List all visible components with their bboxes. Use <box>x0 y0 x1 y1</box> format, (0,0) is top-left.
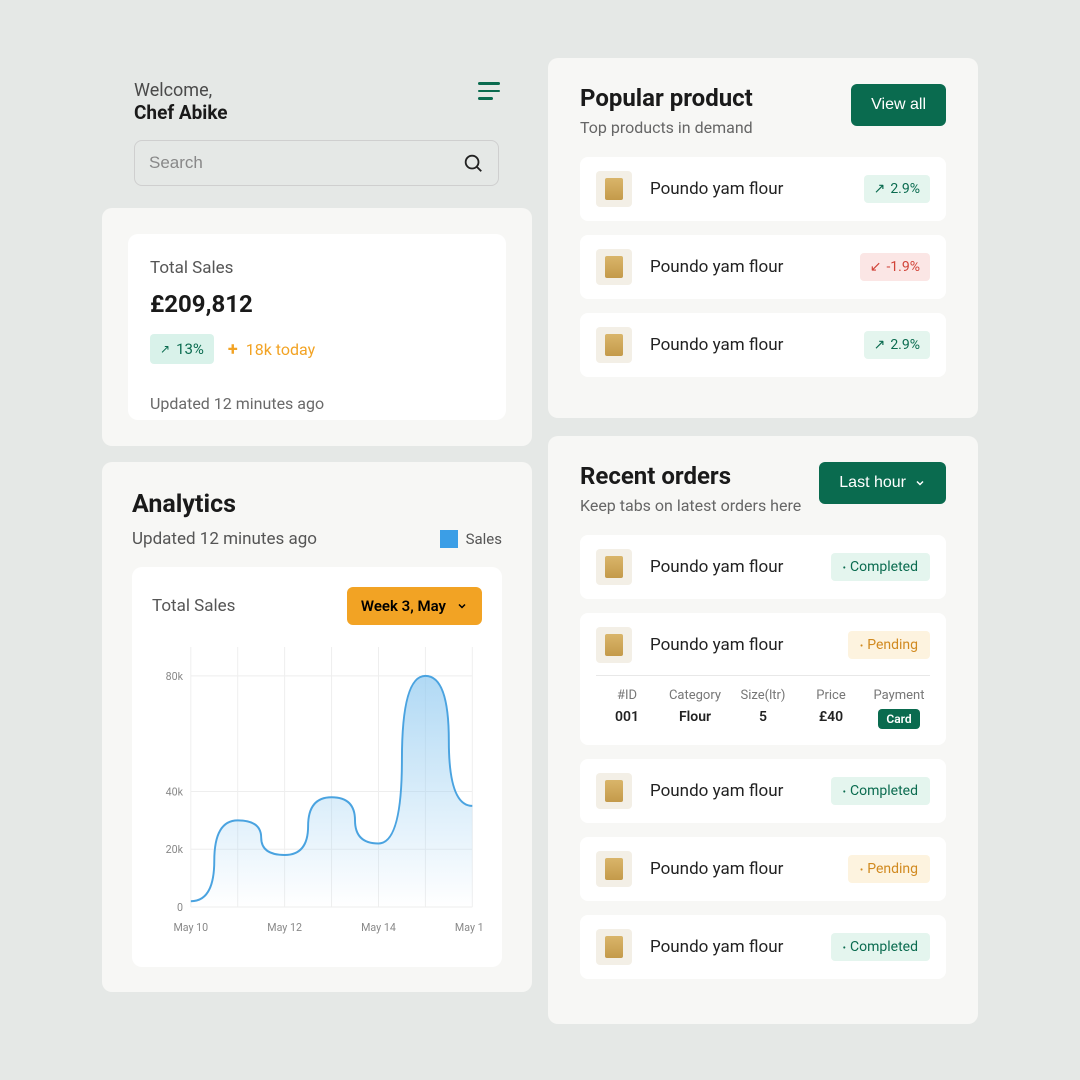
order-name: Poundo yam flour <box>650 781 813 801</box>
chevron-down-icon <box>456 600 468 612</box>
order-thumb <box>596 549 632 585</box>
legend-label: Sales <box>466 530 502 548</box>
product-name: Poundo yam flour <box>650 257 842 277</box>
arrow-up-icon: ↗ <box>874 337 886 353</box>
product-name: Poundo yam flour <box>650 335 846 355</box>
order-name: Poundo yam flour <box>650 859 830 879</box>
orders-filter[interactable]: Last hour <box>819 462 946 504</box>
svg-text:20k: 20k <box>166 843 184 856</box>
today-increase: + 18k today <box>228 339 315 360</box>
svg-text:May 14: May 14 <box>361 921 396 934</box>
detail-header-price: Price <box>800 688 862 703</box>
analytics-updated: Updated 12 minutes ago <box>132 529 317 549</box>
welcome-name: Chef Abike <box>134 101 228 124</box>
change-badge: ↗ 13% <box>150 334 214 364</box>
chart-title: Total Sales <box>152 596 235 616</box>
product-thumb <box>596 327 632 363</box>
welcome-greeting: Welcome, <box>134 80 228 101</box>
order-status: •Completed <box>831 933 930 961</box>
total-sales-card: Total Sales £209,812 ↗ 13% + 18k today U… <box>102 208 532 446</box>
analytics-card: Analytics Updated 12 minutes ago Sales T… <box>102 462 532 992</box>
detail-id: 001 <box>596 709 658 725</box>
order-thumb <box>596 929 632 965</box>
popular-products-panel: Popular product Top products in demand V… <box>548 58 978 418</box>
arrow-up-icon: ↗ <box>160 342 170 356</box>
orders-heading: Recent orders <box>580 462 801 490</box>
detail-price: £40 <box>800 709 862 725</box>
order-row[interactable]: Poundo yam flour •Completed <box>580 915 946 979</box>
svg-text:80k: 80k <box>166 670 184 683</box>
product-row[interactable]: Poundo yam flour ↗ 2.9% <box>580 313 946 377</box>
change-pct: 13% <box>176 340 204 358</box>
week-label: Week 3, May <box>361 597 446 615</box>
chart-container: Total Sales Week 3, May 80k 40k 20k 0 May 1… <box>132 567 502 967</box>
order-status: •Pending <box>848 631 930 659</box>
arrow-down-icon: ↙ <box>870 259 882 275</box>
order-name: Poundo yam flour <box>650 635 830 655</box>
welcome-block: Welcome, Chef Abike <box>134 80 228 124</box>
menu-icon[interactable] <box>478 82 500 105</box>
product-delta: 2.9% <box>890 181 920 197</box>
plus-icon: + <box>228 339 238 360</box>
product-row[interactable]: Poundo yam flour ↙ -1.9% <box>580 235 946 299</box>
legend-swatch-icon <box>440 530 458 548</box>
total-sales-amount: £209,812 <box>150 290 484 318</box>
svg-text:0: 0 <box>177 901 183 914</box>
product-delta: 2.9% <box>890 337 920 353</box>
product-name: Poundo yam flour <box>650 179 846 199</box>
product-thumb <box>596 249 632 285</box>
product-trend-chip: ↙ -1.9% <box>860 253 930 281</box>
order-status: •Pending <box>848 855 930 883</box>
product-delta: -1.9% <box>886 259 920 275</box>
search-input[interactable] <box>149 153 462 173</box>
popular-sub: Top products in demand <box>580 118 753 137</box>
order-status: •Completed <box>831 777 930 805</box>
detail-payment: Card <box>868 709 930 729</box>
orders-sub: Keep tabs on latest orders here <box>580 496 801 515</box>
order-thumb <box>596 851 632 887</box>
detail-size: 5 <box>732 709 794 725</box>
product-thumb <box>596 171 632 207</box>
order-row-expanded[interactable]: Poundo yam flour •Pending #ID 001 Categor… <box>580 613 946 745</box>
detail-header-size: Size(ltr) <box>732 688 794 703</box>
search-field[interactable] <box>134 140 499 186</box>
sales-chart: 80k 40k 20k 0 May 10 May 12 May 14 May 16 <box>152 637 482 937</box>
order-row[interactable]: Poundo yam flour •Completed <box>580 759 946 823</box>
svg-text:May 10: May 10 <box>173 921 208 934</box>
order-name: Poundo yam flour <box>650 557 813 577</box>
detail-header-id: #ID <box>596 688 658 703</box>
product-trend-chip: ↗ 2.9% <box>864 175 930 203</box>
recent-orders-panel: Recent orders Keep tabs on latest orders… <box>548 436 978 1024</box>
order-thumb <box>596 773 632 809</box>
analytics-heading: Analytics <box>132 490 502 519</box>
total-sales-updated: Updated 12 minutes ago <box>150 394 484 413</box>
order-status: •Completed <box>831 553 930 581</box>
arrow-up-icon: ↗ <box>874 181 886 197</box>
svg-text:May 16: May 16 <box>455 921 482 934</box>
svg-text:40k: 40k <box>166 785 184 798</box>
view-all-button[interactable]: View all <box>851 84 946 126</box>
legend-sales: Sales <box>440 530 502 548</box>
popular-heading: Popular product <box>580 84 753 112</box>
product-row[interactable]: Poundo yam flour ↗ 2.9% <box>580 157 946 221</box>
today-text: 18k today <box>246 340 315 359</box>
week-selector[interactable]: Week 3, May <box>347 587 482 625</box>
order-row[interactable]: Poundo yam flour •Completed <box>580 535 946 599</box>
orders-filter-label: Last hour <box>839 474 906 492</box>
order-name: Poundo yam flour <box>650 937 813 957</box>
detail-category: Flour <box>664 709 726 725</box>
product-trend-chip: ↗ 2.9% <box>864 331 930 359</box>
search-icon <box>462 152 484 174</box>
detail-header-category: Category <box>664 688 726 703</box>
order-row[interactable]: Poundo yam flour •Pending <box>580 837 946 901</box>
order-thumb <box>596 627 632 663</box>
detail-header-payment: Payment <box>868 688 930 703</box>
svg-text:May 12: May 12 <box>267 921 302 934</box>
chevron-down-icon <box>914 477 926 489</box>
total-sales-label: Total Sales <box>150 258 484 278</box>
